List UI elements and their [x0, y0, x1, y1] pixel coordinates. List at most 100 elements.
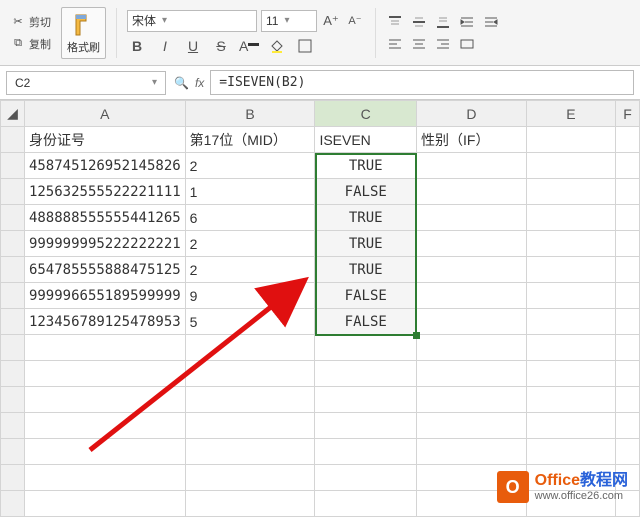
cell[interactable] — [526, 387, 615, 413]
cell[interactable] — [616, 387, 640, 413]
cell[interactable] — [315, 361, 417, 387]
cell[interactable] — [526, 127, 615, 153]
italic-button[interactable]: I — [155, 36, 175, 56]
merge-cells-button[interactable] — [458, 35, 476, 53]
name-box[interactable]: C2 ▾ — [6, 71, 166, 95]
align-middle-button[interactable] — [410, 13, 428, 31]
cell[interactable] — [24, 413, 185, 439]
row-header[interactable] — [1, 231, 25, 257]
cell[interactable]: 999996655189599999 — [24, 283, 185, 309]
cell[interactable] — [185, 361, 315, 387]
cell[interactable] — [185, 387, 315, 413]
col-header-c[interactable]: C — [315, 101, 417, 127]
cell[interactable] — [616, 127, 640, 153]
fill-handle[interactable] — [413, 332, 420, 339]
cell[interactable] — [24, 335, 185, 361]
row-header[interactable] — [1, 465, 25, 491]
cell[interactable]: 2 — [185, 231, 315, 257]
cell[interactable] — [185, 413, 315, 439]
row-header[interactable] — [1, 257, 25, 283]
cut-button[interactable]: ✂ 剪切 — [6, 12, 55, 32]
cell[interactable]: 458745126952145826 — [24, 153, 185, 179]
align-top-button[interactable] — [386, 13, 404, 31]
cell[interactable] — [616, 309, 640, 335]
cell[interactable] — [417, 283, 527, 309]
select-all-corner[interactable]: ◢ — [1, 101, 25, 127]
format-painter-button[interactable]: 格式刷 — [61, 7, 106, 59]
cell[interactable] — [417, 231, 527, 257]
cell[interactable]: 125632555522221111 — [24, 179, 185, 205]
cell[interactable]: 999999995222222221 — [24, 231, 185, 257]
col-header-a[interactable]: A — [24, 101, 185, 127]
cell[interactable]: 身份证号 — [24, 127, 185, 153]
row-header[interactable] — [1, 335, 25, 361]
cell[interactable] — [24, 439, 185, 465]
cell[interactable] — [616, 179, 640, 205]
cell[interactable]: TRUE — [315, 153, 417, 179]
cell[interactable] — [616, 205, 640, 231]
cell[interactable] — [185, 335, 315, 361]
cell[interactable]: 第17位（MID） — [185, 127, 315, 153]
formula-input[interactable]: =ISEVEN(B2) — [210, 70, 634, 95]
cell[interactable]: 488888555555441265 — [24, 205, 185, 231]
cell[interactable] — [315, 413, 417, 439]
cell[interactable] — [315, 465, 417, 491]
cell[interactable] — [526, 283, 615, 309]
cell[interactable] — [185, 465, 315, 491]
insert-function-icon[interactable]: 🔍 — [174, 76, 189, 90]
cell[interactable]: 1 — [185, 179, 315, 205]
cell[interactable]: 2 — [185, 153, 315, 179]
cell[interactable]: ISEVEN — [315, 127, 417, 153]
font-color-button[interactable]: A — [239, 36, 259, 56]
cell[interactable]: TRUE — [315, 257, 417, 283]
cell[interactable] — [24, 491, 185, 517]
cell[interactable] — [315, 491, 417, 517]
cell[interactable] — [616, 231, 640, 257]
decrease-indent-button[interactable] — [482, 13, 500, 31]
cell[interactable] — [616, 257, 640, 283]
border-button[interactable] — [295, 36, 315, 56]
cell[interactable] — [185, 439, 315, 465]
cell[interactable] — [526, 179, 615, 205]
cell[interactable] — [526, 335, 615, 361]
col-header-e[interactable]: E — [526, 101, 615, 127]
cell[interactable] — [616, 439, 640, 465]
cell[interactable] — [526, 413, 615, 439]
cell[interactable] — [616, 361, 640, 387]
cell[interactable]: 5 — [185, 309, 315, 335]
cell[interactable]: 9 — [185, 283, 315, 309]
cell[interactable] — [526, 153, 615, 179]
strikethrough-button[interactable]: S — [211, 36, 231, 56]
cell[interactable] — [417, 439, 527, 465]
cell[interactable] — [526, 257, 615, 283]
cell[interactable] — [315, 335, 417, 361]
align-center-button[interactable] — [410, 35, 428, 53]
cell[interactable] — [315, 439, 417, 465]
col-header-b[interactable]: B — [185, 101, 315, 127]
cell[interactable] — [616, 153, 640, 179]
row-header[interactable] — [1, 309, 25, 335]
cell[interactable]: 654785555888475125 — [24, 257, 185, 283]
increase-indent-button[interactable] — [458, 13, 476, 31]
cell[interactable] — [417, 387, 527, 413]
cell[interactable] — [526, 439, 615, 465]
underline-button[interactable]: U — [183, 36, 203, 56]
cell[interactable] — [417, 361, 527, 387]
row-header[interactable] — [1, 205, 25, 231]
row-header[interactable] — [1, 127, 25, 153]
cell[interactable] — [417, 257, 527, 283]
cell[interactable] — [526, 309, 615, 335]
col-header-d[interactable]: D — [417, 101, 527, 127]
cell[interactable] — [315, 387, 417, 413]
cell[interactable] — [526, 231, 615, 257]
cell[interactable] — [526, 205, 615, 231]
cell[interactable] — [24, 465, 185, 491]
row-header[interactable] — [1, 153, 25, 179]
cell[interactable]: 2 — [185, 257, 315, 283]
cell[interactable] — [417, 413, 527, 439]
fill-color-button[interactable] — [267, 36, 287, 56]
font-name-select[interactable]: 宋体 ▾ — [127, 10, 257, 32]
cell[interactable]: 123456789125478953 — [24, 309, 185, 335]
fx-icon[interactable]: fx — [195, 76, 204, 90]
cell[interactable]: TRUE — [315, 205, 417, 231]
